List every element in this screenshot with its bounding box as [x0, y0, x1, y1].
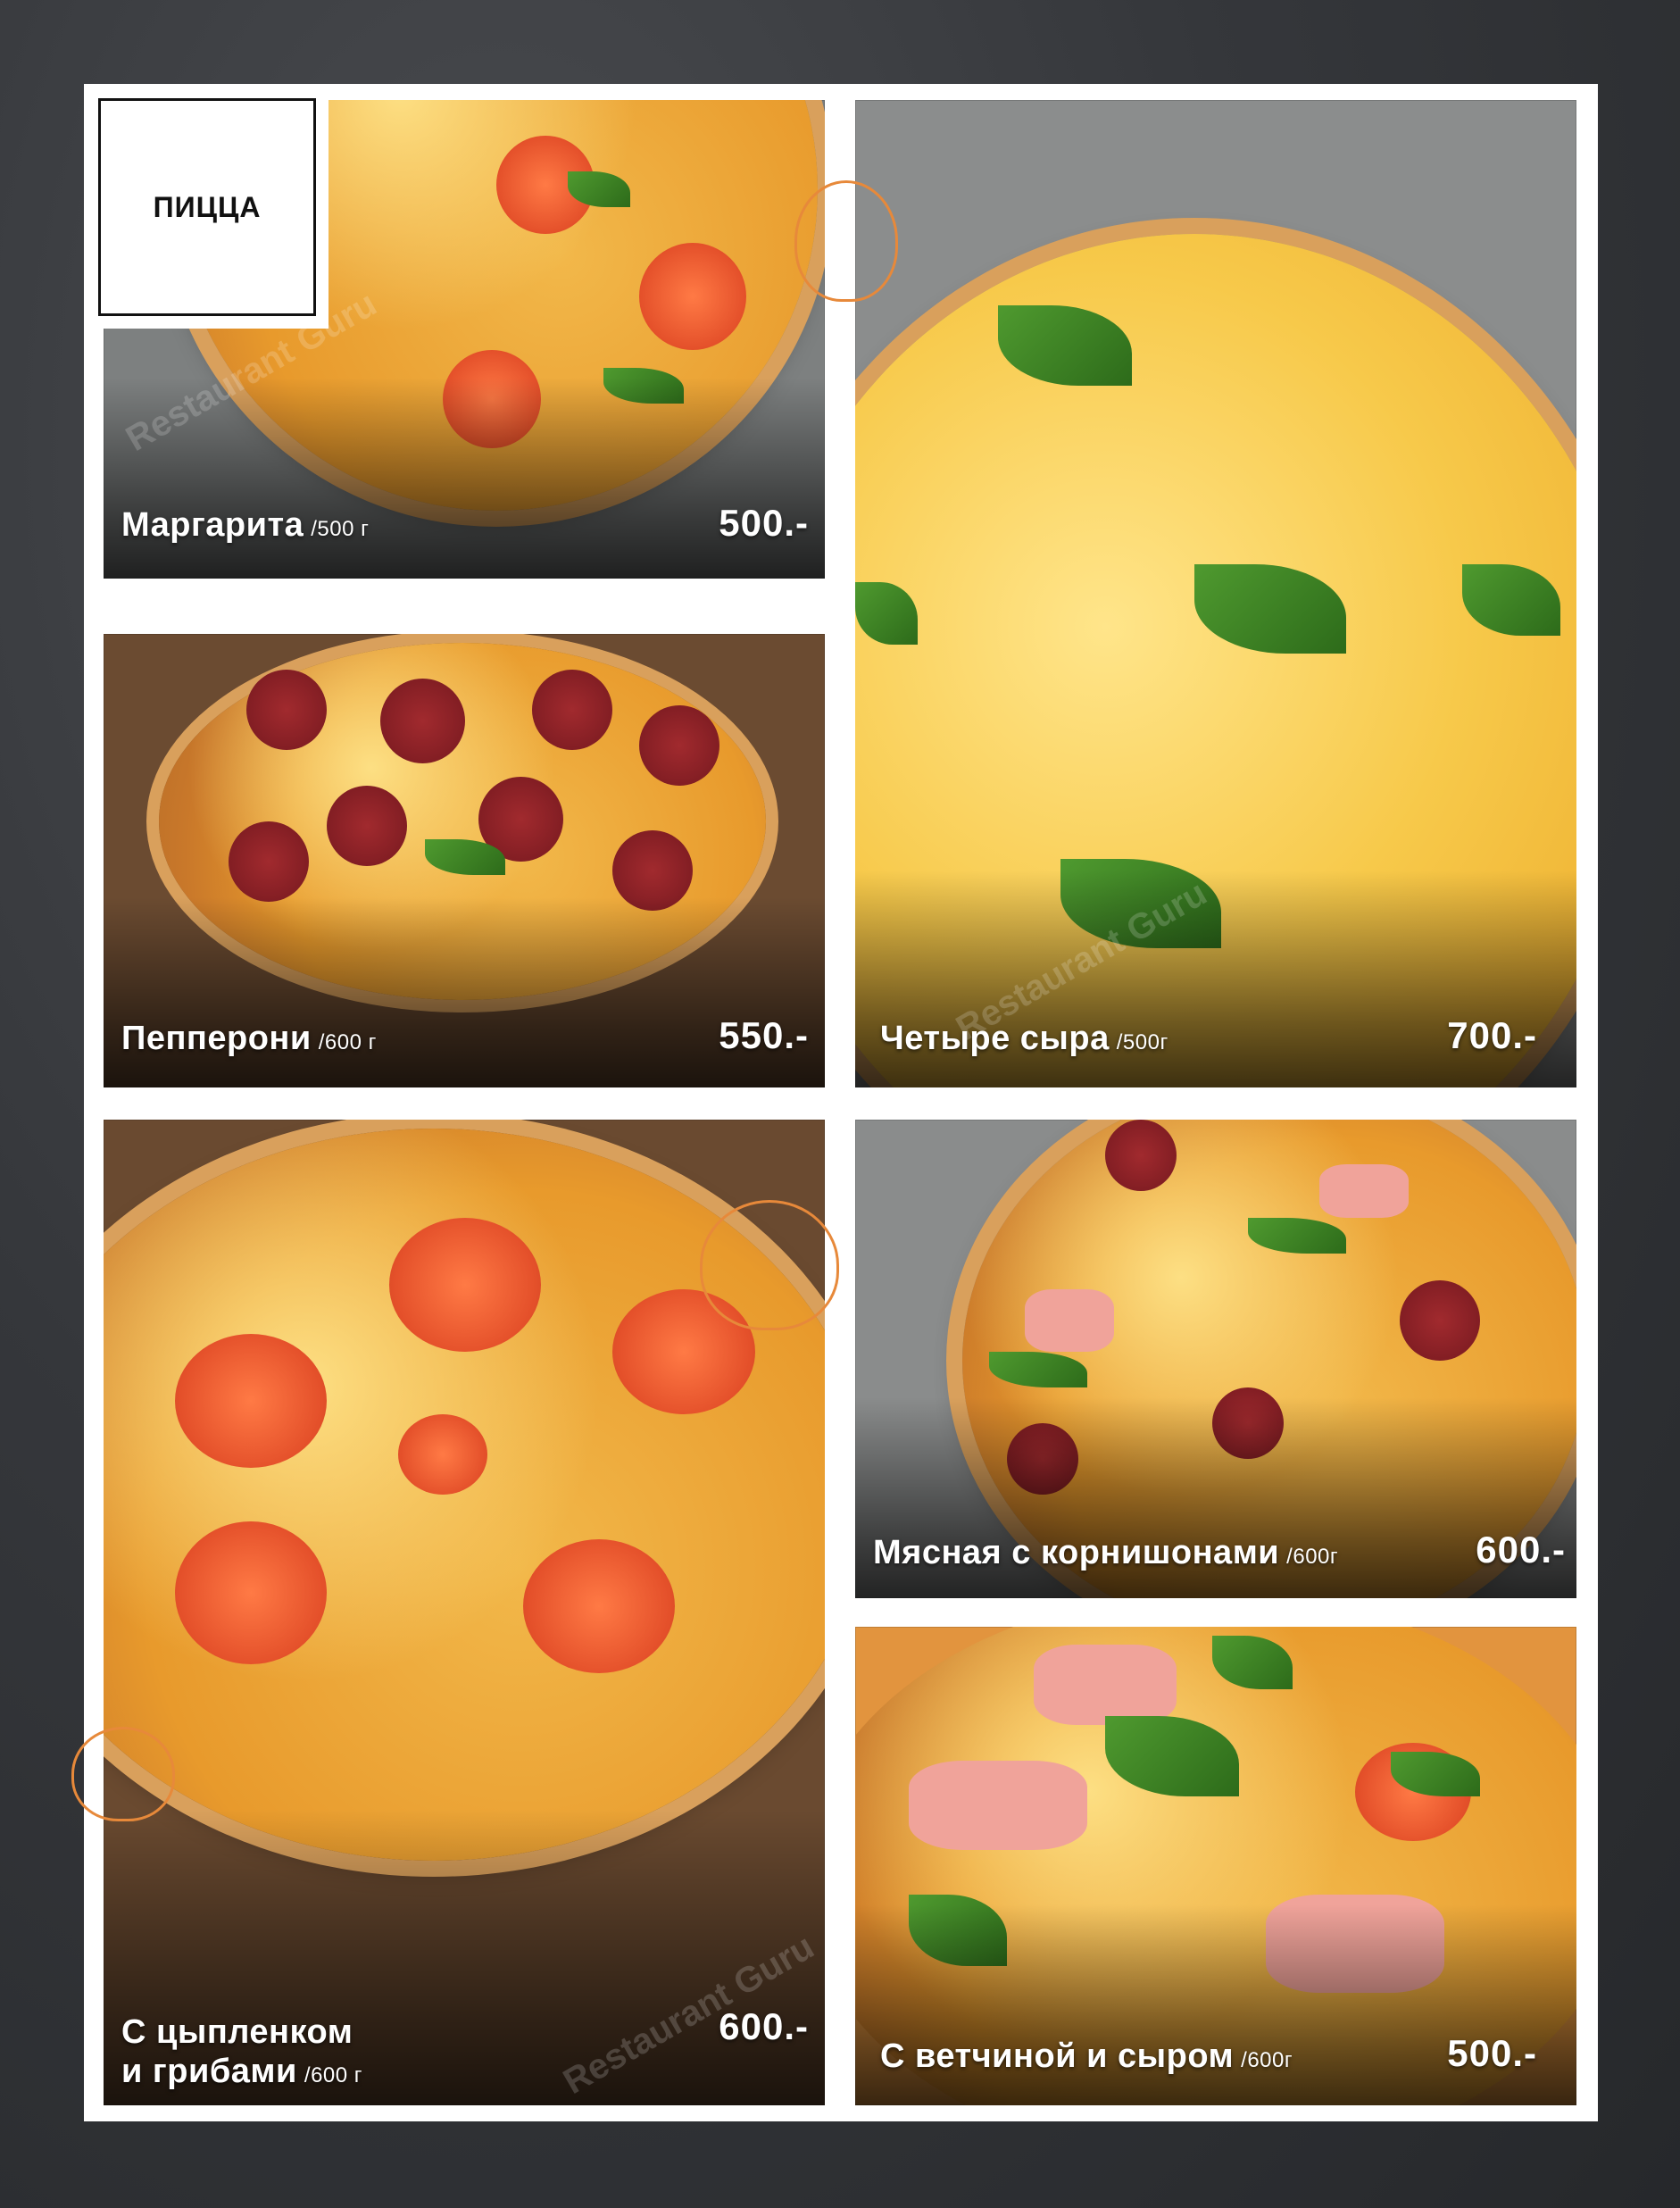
item-title: С ветчиной и сыром/600г	[880, 2037, 1293, 2076]
item-title: Четыре сыра/500г	[880, 1020, 1169, 1058]
item-weight: /600 г	[304, 2063, 363, 2087]
mascot-doodle-icon	[700, 1200, 839, 1330]
salami-topping	[1105, 1120, 1177, 1191]
salami-topping	[1400, 1280, 1480, 1361]
item-name-line1: С цыпленком	[121, 2013, 353, 2051]
tomato-topping	[175, 1521, 327, 1664]
caption-shade	[104, 896, 825, 1087]
tomato-topping	[523, 1539, 675, 1673]
menu-item-meat-gherkins[interactable]: Мясная с корнишонами/600г 600.-	[855, 1120, 1576, 1598]
item-name: Пепперони	[121, 1020, 312, 1057]
salami-topping	[532, 670, 612, 750]
item-weight: /500 г	[311, 517, 370, 541]
item-price: 550.-	[719, 1014, 809, 1056]
ham-topping	[1034, 1645, 1177, 1725]
tomato-topping	[175, 1334, 327, 1468]
item-price: 500.-	[1447, 2032, 1537, 2074]
item-price: 600.-	[1476, 1529, 1566, 1571]
menu-item-four-cheese[interactable]: Четыре сыра/500г 700.-	[855, 100, 1576, 1087]
item-price: 700.-	[1447, 1014, 1537, 1056]
tomato-topping	[639, 243, 746, 350]
mascot-doodle-icon	[794, 180, 898, 302]
item-weight: /600 г	[318, 1030, 377, 1054]
item-name: С ветчиной и сыром	[880, 2037, 1235, 2075]
ham-topping	[1025, 1289, 1114, 1352]
ham-topping	[1319, 1164, 1409, 1218]
menu-item-pepperoni[interactable]: Пепперони/600 г 550.-	[104, 634, 825, 1087]
ham-topping	[909, 1761, 1087, 1850]
tomato-topping	[398, 1414, 487, 1495]
salami-topping	[639, 705, 719, 786]
section-heading-box: ПИЦЦА	[98, 98, 316, 316]
salami-topping	[380, 679, 465, 763]
tomato-topping	[389, 1218, 541, 1352]
salami-topping	[229, 821, 309, 902]
salami-topping	[327, 786, 407, 866]
menu-page: Маргарита/500 г 500.- ПИЦЦА Пепперони/60…	[71, 84, 1598, 2121]
item-price: 500.-	[719, 502, 809, 544]
menu-item-ham-cheese[interactable]: С ветчиной и сыром/600г 500.-	[855, 1627, 1576, 2105]
item-title: С цыпленком и грибами/600 г	[121, 2012, 362, 2096]
item-name: Мясная с корнишонами	[873, 1534, 1280, 1571]
item-title: Маргарита/500 г	[121, 506, 369, 545]
item-weight: /600г	[1286, 1545, 1339, 1569]
item-title: Мясная с корнишонами/600г	[873, 1534, 1338, 1572]
item-weight: /500г	[1116, 1030, 1169, 1054]
item-name-line2: и грибами	[121, 2053, 297, 2090]
section-heading: ПИЦЦА	[153, 190, 262, 223]
mascot-doodle-icon	[71, 1727, 175, 1821]
item-title: Пепперони/600 г	[121, 1020, 377, 1058]
salami-topping	[246, 670, 327, 750]
item-name: Маргарита	[121, 506, 304, 544]
item-weight: /600г	[1241, 2048, 1293, 2072]
